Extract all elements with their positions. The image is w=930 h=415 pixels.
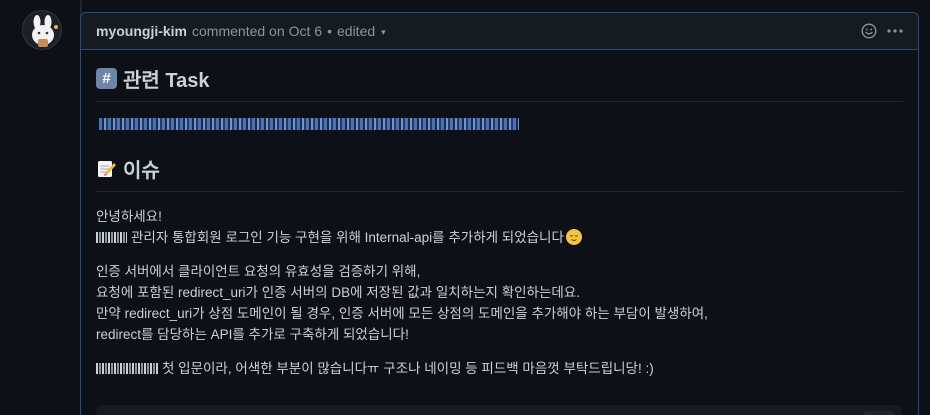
paragraph-closing: 첫 입문이라, 어색한 부분이 많습니다ㅠ 구조나 네이밍 등 피드백 마음껏 … — [96, 358, 903, 379]
hash-emoji: # — [96, 68, 117, 89]
edited-label[interactable]: edited — [337, 23, 375, 39]
section-title: 관련 Task — [123, 70, 210, 92]
code-block-preview — [96, 405, 902, 415]
comment-action: commented on — [192, 23, 285, 39]
relieved-face-emoji — [565, 229, 582, 245]
detail-line: 인증 서버에서 클라이언트 요청의 유효성을 검증하기 위해, — [96, 264, 421, 279]
closing-line: 첫 입문이라, 어색한 부분이 많습니다ㅠ 구조나 네이밍 등 피드백 마음껏 … — [96, 358, 903, 379]
section-heading-task: # 관련 Task — [96, 64, 903, 102]
copy-button[interactable] — [864, 411, 894, 415]
detail-line: 요청에 포함된 redirect_uri가 인증 서버의 DB에 저장된 값과 … — [96, 285, 580, 300]
author-link[interactable]: myoungji-kim — [96, 23, 187, 39]
comment-date[interactable]: Oct 6 — [289, 23, 322, 39]
greeting-text: 안녕하세요! — [96, 209, 162, 224]
chevron-down-icon[interactable]: ▾ — [381, 27, 386, 38]
meta-separator: • — [327, 23, 332, 39]
redacted-text — [96, 363, 158, 374]
redacted-text — [96, 232, 127, 243]
intro-line: 관리자 통합회원 로그인 기능 구현을 위해 Internal-api를 추가하… — [96, 227, 903, 248]
paragraph-intro: 안녕하세요! 관리자 통합회원 로그인 기능 구현을 위해 Internal-a… — [96, 206, 903, 248]
comment-header: myoungji-kim commented on Oct 6 • edited… — [81, 13, 918, 50]
memo-emoji — [96, 158, 117, 179]
closing-text: 첫 입문이라, 어색한 부분이 많습니다ㅠ 구조나 네이밍 등 피드백 마음껏 … — [162, 361, 654, 376]
detail-line: redirect를 담당하는 API를 추가로 구축하게 되었습니다! — [96, 327, 409, 342]
kebab-icon[interactable] — [886, 23, 904, 39]
comment-body: # 관련 Task 이슈 안녕하세요! 관리자 통합회원 로그인 기능 구현을 — [81, 50, 918, 379]
section-heading-issue: 이슈 — [96, 154, 903, 192]
comment-box: myoungji-kim commented on Oct 6 • edited… — [80, 12, 919, 415]
paragraph-details: 인증 서버에서 클라이언트 요청의 유효성을 검증하기 위해, 요청에 포함된 … — [96, 261, 903, 345]
detail-line: 만약 redirect_uri가 상점 도메인이 될 경우, 인증 서버에 모든… — [96, 306, 708, 321]
intro-line-text: 관리자 통합회원 로그인 기능 구현을 위해 Internal-api를 추가하… — [131, 230, 564, 245]
avatar[interactable] — [22, 10, 62, 50]
section-title: 이슈 — [123, 160, 160, 182]
smiley-icon[interactable] — [861, 23, 877, 39]
task-link-redacted[interactable] — [99, 118, 519, 130]
